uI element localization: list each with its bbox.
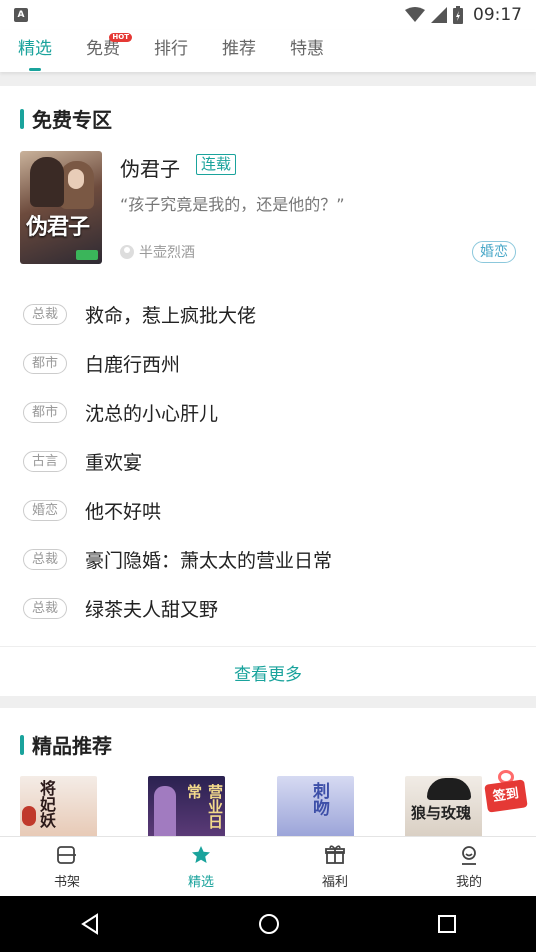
list-item[interactable]: 都市 沈总的小心肝儿 bbox=[20, 388, 516, 437]
cover-publisher-badge bbox=[76, 250, 98, 260]
cover-art bbox=[427, 778, 471, 800]
main-content[interactable]: 免费专区 伪君子 伪君子 连载 “孩子究竟是我的，还是他的？” 半壶烈酒 婚恋 bbox=[0, 72, 536, 836]
nav-profile[interactable]: 我的 bbox=[402, 837, 536, 896]
book-title[interactable]: 伪君子 bbox=[120, 153, 180, 182]
book-title: 豪门隐婚：萧太太的营业日常 bbox=[85, 550, 333, 572]
cover-face bbox=[68, 169, 84, 189]
home-icon[interactable] bbox=[258, 913, 280, 935]
book-cover[interactable]: 营业日常 bbox=[148, 776, 225, 836]
nav-bookshelf[interactable]: 书架 bbox=[0, 837, 134, 896]
genre-tag[interactable]: 婚恋 bbox=[472, 241, 516, 263]
sign-in-label: 签到 bbox=[484, 779, 528, 813]
back-icon[interactable] bbox=[79, 913, 101, 935]
sign-in-gift-button[interactable]: 签到 bbox=[482, 766, 530, 820]
free-zone-section: 免费专区 伪君子 伪君子 连载 “孩子究竟是我的，还是他的？” 半壶烈酒 婚恋 bbox=[0, 86, 536, 696]
book-cover[interactable]: 伪君子 bbox=[20, 151, 102, 264]
book-title: 白鹿行西州 bbox=[85, 354, 181, 376]
list-item[interactable]: 都市 白鹿行西州 bbox=[20, 339, 516, 388]
tab-label: 免费 bbox=[86, 39, 120, 59]
app-notification-icon: A bbox=[14, 8, 28, 22]
nav-label: 精选 bbox=[187, 875, 214, 890]
free-book-list: 总裁 救命，惹上疯批大佬 都市 白鹿行西州 都市 沈总的小心肝儿 古言 重欢宴 … bbox=[20, 290, 516, 633]
active-tab-indicator bbox=[29, 68, 41, 71]
cover-title: 伪君子 bbox=[26, 214, 90, 240]
book-cover[interactable]: 将妃妖 bbox=[20, 776, 97, 836]
profile-icon bbox=[462, 846, 476, 865]
tab-label: 特惠 bbox=[290, 39, 324, 59]
recent-apps-icon[interactable] bbox=[437, 914, 457, 934]
book-cover[interactable]: 狼与玫瑰 bbox=[405, 776, 482, 836]
book-title: 他不好哄 bbox=[85, 501, 162, 523]
book-title: 绿茶夫人甜又野 bbox=[85, 599, 219, 621]
signal-icon bbox=[431, 7, 447, 23]
tab-discount[interactable]: 特惠 bbox=[290, 30, 324, 72]
clock: 09:17 bbox=[473, 5, 522, 25]
nav-featured[interactable]: 精选 bbox=[134, 837, 268, 896]
tab-ranking[interactable]: 排行 bbox=[154, 30, 188, 72]
genre-pill: 都市 bbox=[23, 353, 67, 374]
tab-label: 推荐 bbox=[222, 39, 256, 59]
section-title-text: 免费专区 bbox=[32, 108, 112, 132]
book-title: 重欢宴 bbox=[85, 452, 143, 474]
genre-pill: 古言 bbox=[23, 451, 67, 472]
app-screen: A 09:17 精选 免费 HOT 排行 推荐 特惠 免费专区 伪君子 伪君子 … bbox=[0, 0, 536, 952]
book-cover[interactable]: 刺吻 bbox=[277, 776, 354, 836]
list-item[interactable]: 总裁 豪门隐婚：萧太太的营业日常 bbox=[20, 535, 516, 584]
section-title: 免费专区 bbox=[20, 104, 112, 133]
section-title-text: 精品推荐 bbox=[32, 734, 112, 758]
featured-book[interactable]: 伪君子 伪君子 连载 “孩子究竟是我的，还是他的？” 半壶烈酒 婚恋 bbox=[20, 151, 516, 266]
bookshelf-icon bbox=[57, 846, 76, 864]
section-title: 精品推荐 bbox=[20, 730, 112, 759]
genre-pill: 总裁 bbox=[23, 549, 67, 570]
section-accent-bar bbox=[20, 108, 24, 129]
gift-icon bbox=[325, 845, 345, 864]
nav-label: 福利 bbox=[321, 875, 348, 890]
cover-figure bbox=[30, 157, 64, 207]
list-item[interactable]: 总裁 绿茶夫人甜又野 bbox=[20, 584, 516, 633]
book-title: 沈总的小心肝儿 bbox=[85, 403, 219, 425]
cover-title: 营业日常 bbox=[185, 784, 224, 829]
star-icon bbox=[192, 846, 210, 863]
premium-section: 精品推荐 将妃妖 营业日常 刺吻 狼与玫瑰 签到 bbox=[0, 708, 536, 836]
genre-pill: 婚恋 bbox=[23, 500, 67, 521]
tab-recommend[interactable]: 推荐 bbox=[222, 30, 256, 72]
hot-badge: HOT bbox=[109, 33, 132, 42]
list-item[interactable]: 古言 重欢宴 bbox=[20, 437, 516, 486]
cover-figure bbox=[154, 786, 176, 836]
nav-label: 我的 bbox=[455, 875, 482, 890]
cover-title: 狼与玫瑰 bbox=[411, 804, 472, 822]
tab-label: 排行 bbox=[154, 39, 188, 59]
author: 半壶烈酒 bbox=[120, 242, 195, 262]
author-icon bbox=[120, 245, 134, 259]
list-item[interactable]: 婚恋 他不好哄 bbox=[20, 486, 516, 535]
top-tab-bar: 精选 免费 HOT 排行 推荐 特惠 bbox=[0, 30, 536, 72]
bottom-nav: 书架 精选 福利 我的 bbox=[0, 836, 536, 896]
section-accent-bar bbox=[20, 734, 24, 755]
status-icons: 09:17 bbox=[405, 5, 522, 25]
system-navigation-bar bbox=[0, 896, 536, 952]
nav-label: 书架 bbox=[53, 875, 80, 890]
author-name: 半壶烈酒 bbox=[139, 245, 195, 261]
genre-pill: 总裁 bbox=[23, 304, 67, 325]
premium-cover-row: 将妃妖 营业日常 刺吻 狼与玫瑰 bbox=[20, 776, 520, 836]
nav-welfare[interactable]: 福利 bbox=[268, 837, 402, 896]
cover-title: 刺吻 bbox=[309, 782, 329, 816]
serializing-tag: 连载 bbox=[196, 154, 237, 175]
battery-icon bbox=[453, 6, 463, 24]
book-description: “孩子究竟是我的，还是他的？” bbox=[120, 195, 345, 214]
tab-free[interactable]: 免费 HOT bbox=[86, 30, 132, 72]
wifi-icon bbox=[405, 7, 425, 22]
status-bar: A 09:17 bbox=[0, 0, 536, 30]
book-title: 救命，惹上疯批大佬 bbox=[85, 305, 257, 327]
genre-pill: 都市 bbox=[23, 402, 67, 423]
tab-label: 精选 bbox=[18, 39, 52, 59]
view-more-button[interactable]: 查看更多 bbox=[0, 647, 536, 696]
cover-title: 将妃妖 bbox=[37, 780, 56, 828]
genre-pill: 总裁 bbox=[23, 598, 67, 619]
list-item[interactable]: 总裁 救命，惹上疯批大佬 bbox=[20, 290, 516, 339]
tab-featured[interactable]: 精选 bbox=[18, 30, 52, 72]
